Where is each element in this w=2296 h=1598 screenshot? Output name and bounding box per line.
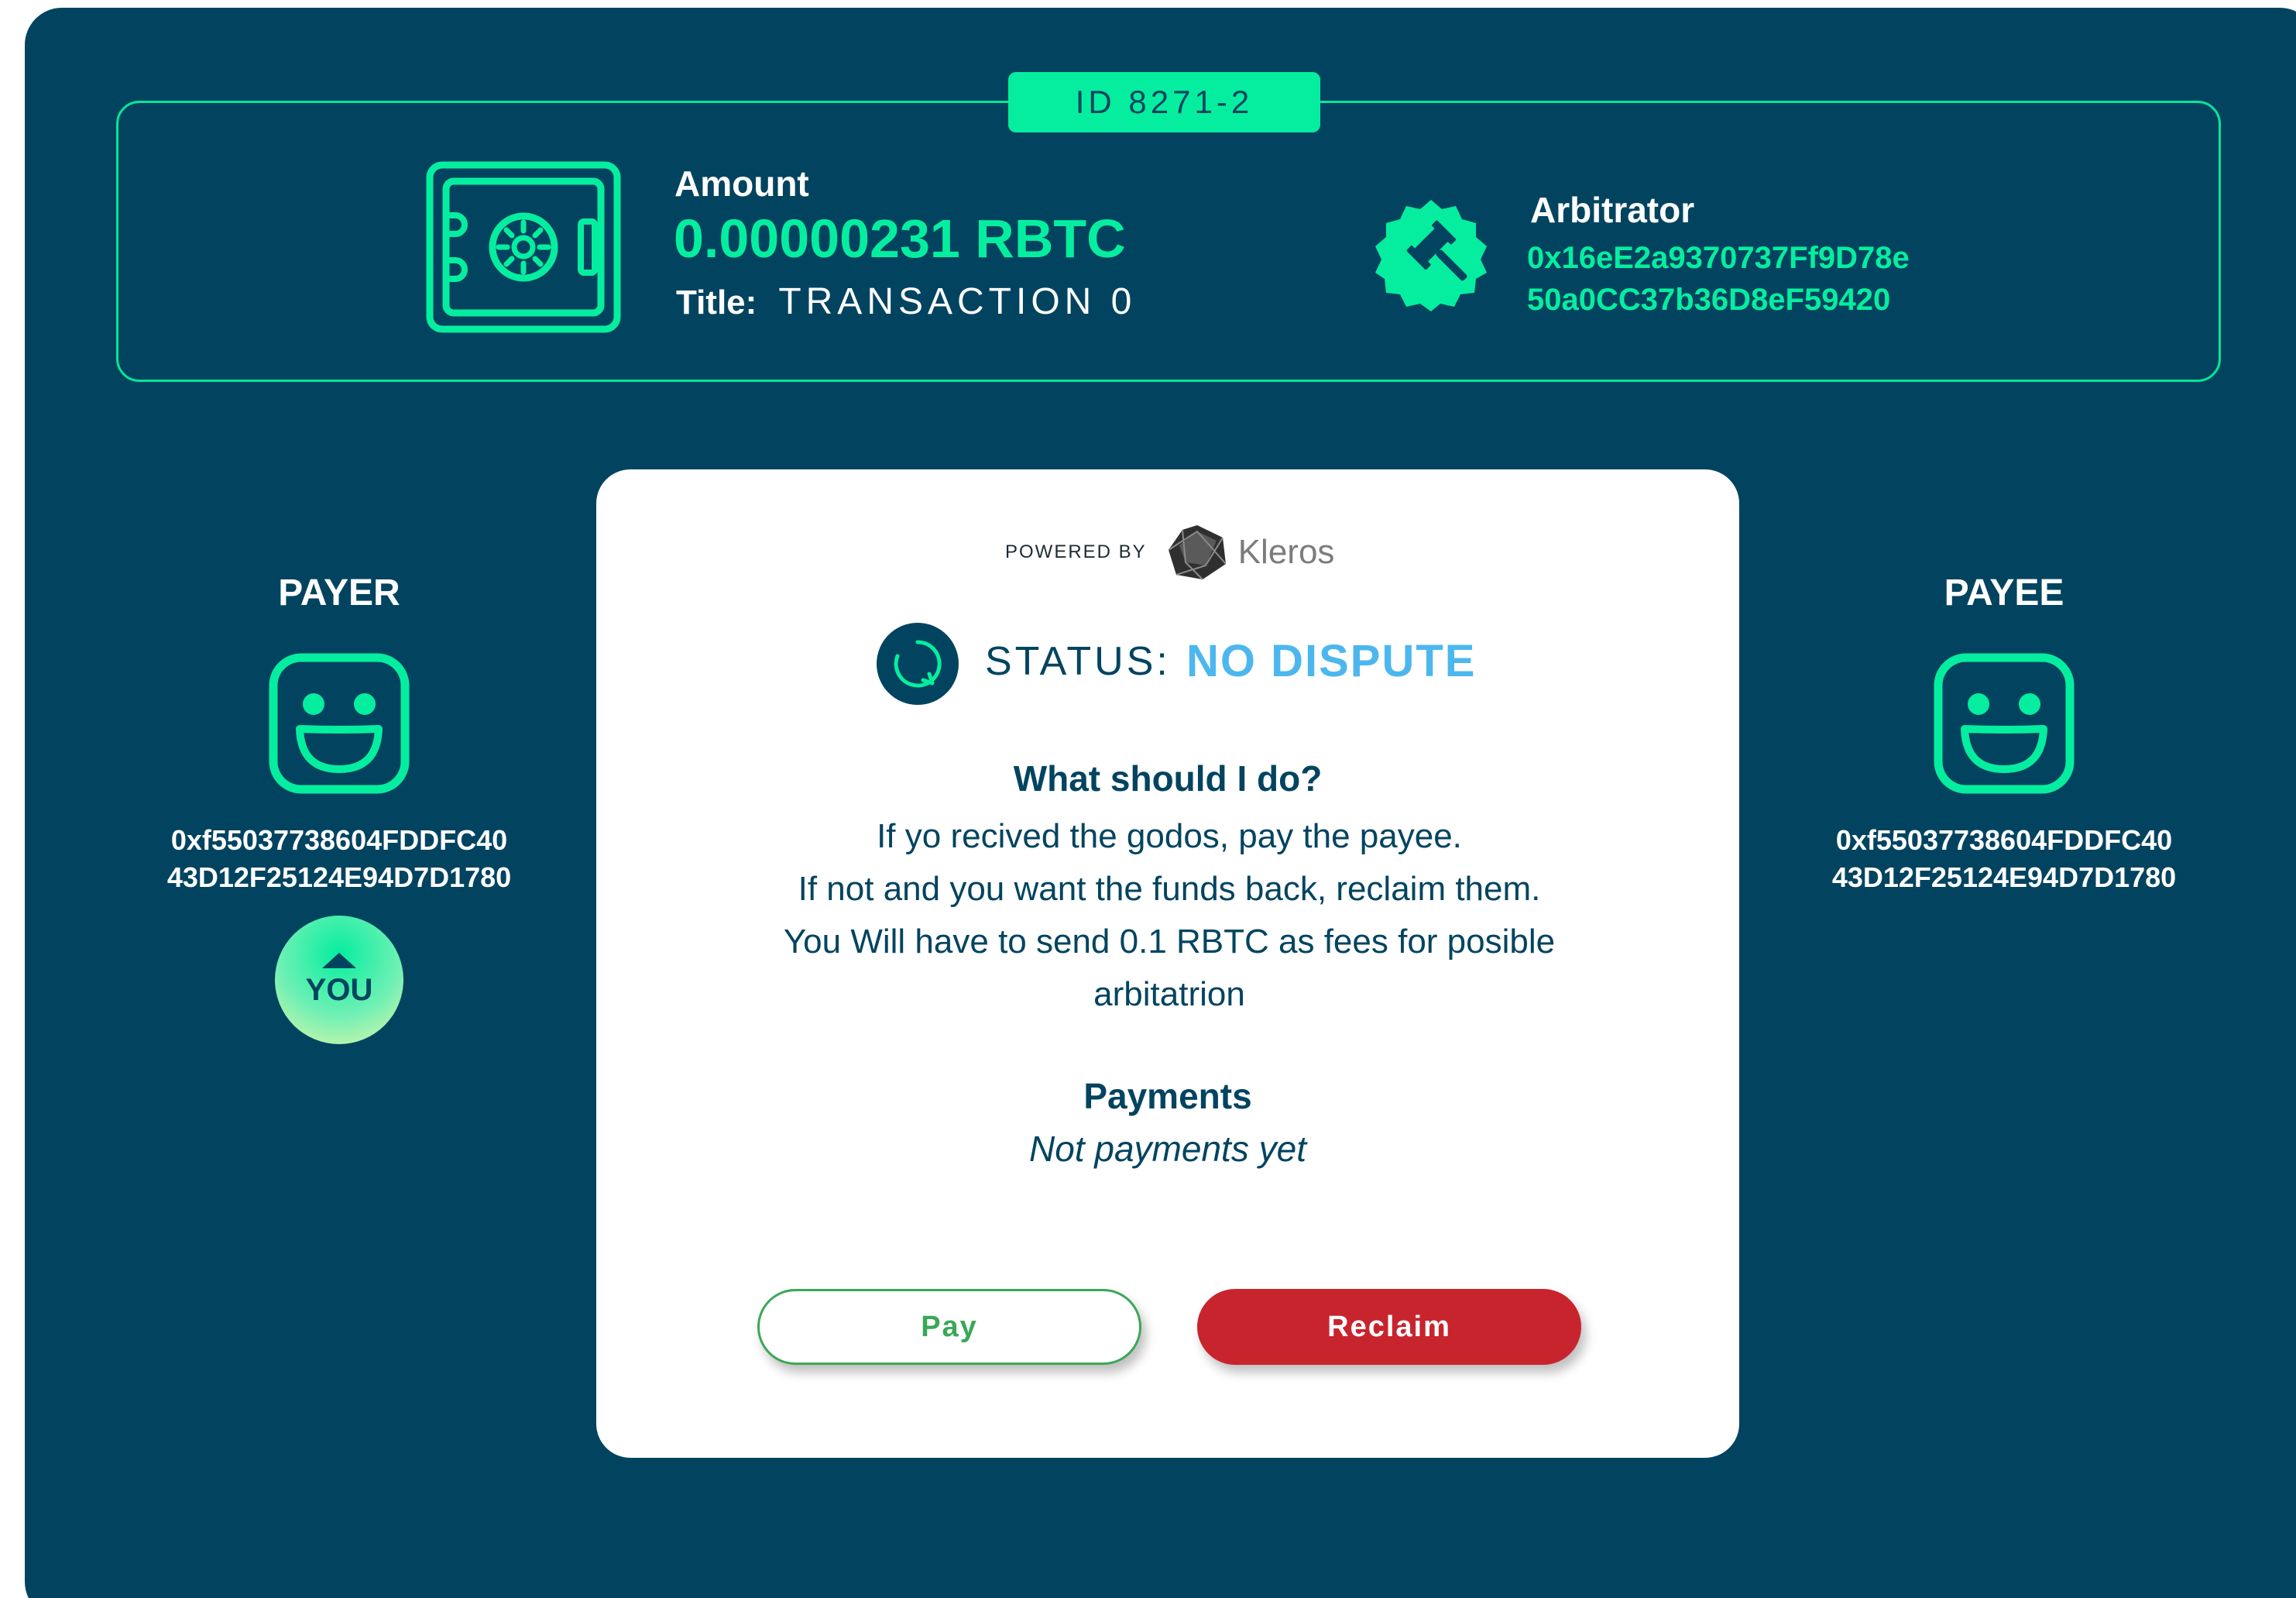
arbitrator-address-line-2: 50a0CC37b36D8eF59420 bbox=[1527, 283, 1891, 317]
gavel-icon bbox=[1375, 200, 1487, 311]
title-label: Title: bbox=[676, 284, 757, 321]
smiley-face-icon bbox=[269, 653, 410, 794]
instructions-body: If yo recived the godos, pay the payee. … bbox=[705, 810, 1634, 1021]
payee-section: PAYEE 0xf55037738604FDDFC40 43D12F25124E… bbox=[1803, 572, 2205, 896]
reclaim-button[interactable]: Reclaim bbox=[1197, 1289, 1581, 1365]
kleros-logo-icon bbox=[1168, 525, 1227, 580]
transaction-id-badge: ID 8271-2 bbox=[1008, 72, 1320, 132]
payee-address-line-2: 43D12F25124E94D7D1780 bbox=[1831, 861, 2177, 893]
you-badge: YOU bbox=[275, 916, 403, 1044]
pay-button[interactable]: Pay bbox=[757, 1289, 1141, 1365]
arbitrator-address-line-1: 0x16eE2a9370737Ff9D78e bbox=[1527, 241, 1910, 275]
instructions-line: If not and you want the funds back, recl… bbox=[798, 870, 1541, 908]
arbitrator-address: 0x16eE2a9370737Ff9D78e 50a0CC37b36D8eF59… bbox=[1527, 237, 1910, 321]
kleros-label: Kleros bbox=[1237, 533, 1335, 571]
amount-value: 0.00000231 RBTC bbox=[674, 208, 1126, 269]
powered-by-label: POWERED BY bbox=[1005, 541, 1147, 562]
amount-label: Amount bbox=[674, 163, 809, 204]
payee-role-label: PAYEE bbox=[1944, 572, 2064, 613]
payee-address-line-1: 0xf55037738604FDDFC40 bbox=[1835, 824, 2173, 856]
arrow-up-icon bbox=[322, 952, 356, 968]
instructions-line: You Will have to send 0.1 RBTC as fees f… bbox=[783, 923, 1556, 961]
smiley-face-icon bbox=[1934, 653, 2075, 794]
payer-address: 0xf55037738604FDDFC40 43D12F25124E94D7D1… bbox=[138, 822, 541, 896]
payments-title: Payments bbox=[1083, 1076, 1252, 1116]
payer-address-line-2: 43D12F25124E94D7D1780 bbox=[166, 861, 512, 893]
instructions-line: If yo recived the godos, pay the payee. bbox=[877, 817, 1462, 855]
status-label: STATUS: bbox=[985, 639, 1171, 684]
payer-address-line-1: 0xf55037738604FDDFC40 bbox=[170, 824, 508, 856]
payments-empty-text: Not payments yet bbox=[1029, 1129, 1306, 1169]
instructions-line: arbitatrion bbox=[1093, 975, 1245, 1013]
transaction-status-card: POWERED BY Kleros STATUS: NO DISPUTE Wha… bbox=[596, 469, 1739, 1458]
powered-by-kleros: POWERED BY Kleros bbox=[1005, 524, 1334, 581]
you-badge-label: YOU bbox=[305, 972, 373, 1007]
status-value: NO DISPUTE bbox=[1186, 636, 1477, 686]
payee-address: 0xf55037738604FDDFC40 43D12F25124E94D7D1… bbox=[1803, 822, 2205, 896]
payer-role-label: PAYER bbox=[278, 572, 400, 613]
title-value: TRANSACTION 0 bbox=[778, 281, 1137, 322]
arbitrator-label: Arbitrator bbox=[1530, 190, 1695, 230]
instructions-title: What should I do? bbox=[1013, 758, 1323, 799]
transaction-title: Title: TRANSACTION 0 bbox=[676, 280, 1136, 323]
safe-icon bbox=[426, 161, 621, 333]
payer-section: PAYER 0xf55037738604FDDFC40 43D12F25124E… bbox=[138, 572, 541, 896]
refresh-icon bbox=[877, 623, 959, 705]
